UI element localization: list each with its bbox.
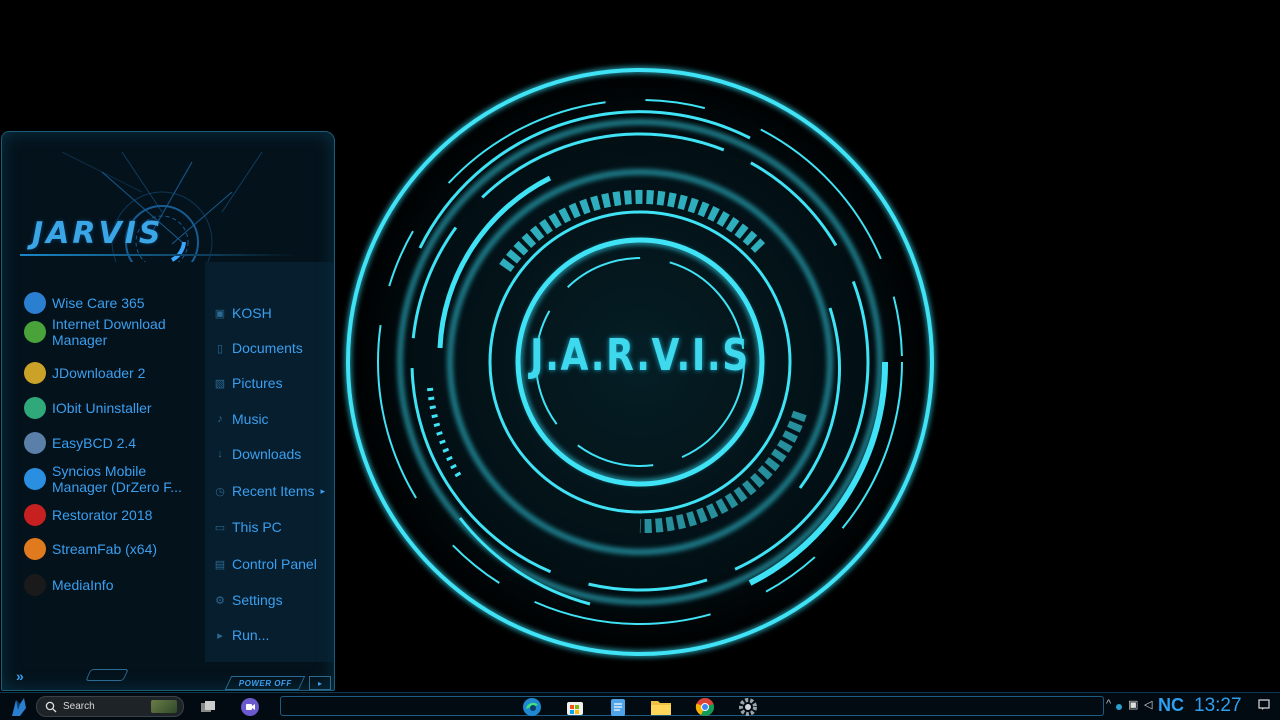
restorator-icon: [24, 504, 46, 526]
power-options-button[interactable]: ▸: [309, 676, 331, 690]
jdownloader-icon: [24, 362, 46, 384]
place-item[interactable]: ▸ Run...: [214, 622, 334, 648]
clock-icon: ◷: [215, 485, 225, 498]
taskbar-search[interactable]: Search: [36, 696, 184, 717]
start-button[interactable]: [6, 694, 32, 720]
mediainfo-icon: [24, 574, 46, 596]
search-icon: [45, 701, 57, 712]
iobit-uninstaller-icon: [24, 397, 46, 419]
microsoft-store-icon[interactable]: [563, 695, 587, 719]
tray-overflow-chevron[interactable]: ^: [1106, 698, 1111, 710]
power-off-button[interactable]: POWER OFF: [224, 676, 306, 690]
place-label: KOSH: [232, 305, 272, 321]
app-item[interactable]: Syncios Mobile Manager (DrZero F...: [24, 462, 204, 496]
app-label: Internet Download Manager: [52, 316, 166, 348]
syncios-icon: [24, 468, 46, 490]
music-icon: ♪: [217, 413, 223, 425]
place-item[interactable]: ▯ Documents: [214, 335, 334, 361]
app-label: IObit Uninstaller: [52, 400, 152, 416]
place-label: Music: [232, 411, 269, 427]
app-item[interactable]: EasyBCD 2.4: [24, 426, 204, 460]
banner-divider: [20, 254, 300, 256]
place-label: Control Panel: [232, 556, 317, 572]
submenu-arrow-icon: ▸: [320, 485, 326, 496]
place-label: Documents: [232, 340, 303, 356]
place-label: Pictures: [232, 375, 283, 391]
gear-icon: ⚙: [215, 594, 225, 607]
download-icon: ↓: [217, 448, 223, 460]
app-label: MediaInfo: [52, 577, 114, 593]
chrome-icon[interactable]: [693, 695, 717, 719]
easybcd-icon: [24, 432, 46, 454]
notepad-icon[interactable]: [606, 695, 630, 719]
place-item[interactable]: ▧ Pictures: [214, 370, 334, 396]
control-panel-icon: ▤: [214, 558, 226, 571]
search-highlight-image: [151, 700, 177, 713]
document-icon: ▯: [216, 342, 224, 355]
place-item[interactable]: ↓ Downloads: [214, 441, 334, 467]
all-apps-button[interactable]: »: [16, 668, 24, 684]
notification-icon[interactable]: [1258, 699, 1270, 711]
chat-icon[interactable]: [238, 695, 262, 719]
network-icon[interactable]: ▣: [1128, 698, 1138, 711]
tray-status-dot: [1116, 704, 1122, 710]
place-label: Recent Items: [232, 483, 315, 499]
desktop: J.A.R.V.I.S JARVIS » POWER OFF ▸ Wise Ca…: [0, 0, 1280, 692]
edge-icon[interactable]: [520, 695, 544, 719]
file-explorer-icon[interactable]: [649, 695, 673, 719]
app-label: Restorator 2018: [52, 507, 153, 523]
place-item[interactable]: ⚙ Settings: [214, 587, 334, 613]
start-menu: JARVIS » POWER OFF ▸ Wise Care 365 Intern…: [1, 131, 335, 691]
place-item[interactable]: ◷ Recent Items ▸: [214, 478, 334, 504]
place-label: Settings: [232, 592, 283, 608]
picture-icon: ▧: [214, 377, 226, 390]
app-item[interactable]: MediaInfo: [24, 568, 204, 602]
app-item[interactable]: IObit Uninstaller: [24, 391, 204, 425]
settings-icon[interactable]: [736, 695, 760, 719]
power-off-label: POWER OFF: [238, 678, 292, 688]
taskbar-center-frame: [280, 696, 1104, 716]
search-label: Search: [63, 701, 95, 712]
app-label: Syncios Mobile Manager (DrZero F...: [52, 463, 182, 495]
volume-icon[interactable]: ◁: [1144, 698, 1152, 711]
task-view-icon[interactable]: [196, 695, 220, 719]
wise-care-icon: [24, 292, 46, 314]
system-clock[interactable]: 13:27: [1194, 695, 1242, 717]
streamfab-icon: [24, 538, 46, 560]
place-item[interactable]: ♪ Music: [214, 406, 334, 432]
idm-icon: [24, 321, 46, 343]
app-item[interactable]: JDownloader 2: [24, 356, 204, 390]
place-item[interactable]: ▤ Control Panel: [214, 551, 334, 577]
app-label: JDownloader 2: [52, 365, 146, 381]
place-label: Run...: [232, 627, 270, 643]
search-toggle-button[interactable]: [85, 669, 129, 681]
computer-icon: ▭: [214, 521, 226, 534]
start-menu-brand: JARVIS: [32, 216, 164, 251]
app-label: Wise Care 365: [52, 295, 145, 311]
place-item[interactable]: ▣ KOSH: [214, 300, 334, 326]
app-item[interactable]: Restorator 2018: [24, 498, 204, 532]
start-menu-footer: » POWER OFF ▸: [2, 660, 334, 690]
app-item[interactable]: Internet Download Manager: [24, 315, 204, 349]
app-label: StreamFab (x64): [52, 541, 158, 557]
place-item[interactable]: ▭ This PC: [214, 514, 334, 540]
user-folder-icon: ▣: [214, 307, 226, 320]
app-item[interactable]: StreamFab (x64): [24, 532, 204, 566]
place-label: Downloads: [232, 446, 302, 462]
run-icon: ▸: [217, 629, 223, 642]
app-label: EasyBCD 2.4: [52, 435, 137, 451]
language-indicator[interactable]: NC: [1158, 695, 1184, 716]
taskbar: Search ^ ▣ ◁ NC 13:27: [0, 692, 1280, 720]
place-label: This PC: [232, 519, 282, 535]
jarvis-title: J.A.R.V.I.S: [530, 330, 750, 381]
